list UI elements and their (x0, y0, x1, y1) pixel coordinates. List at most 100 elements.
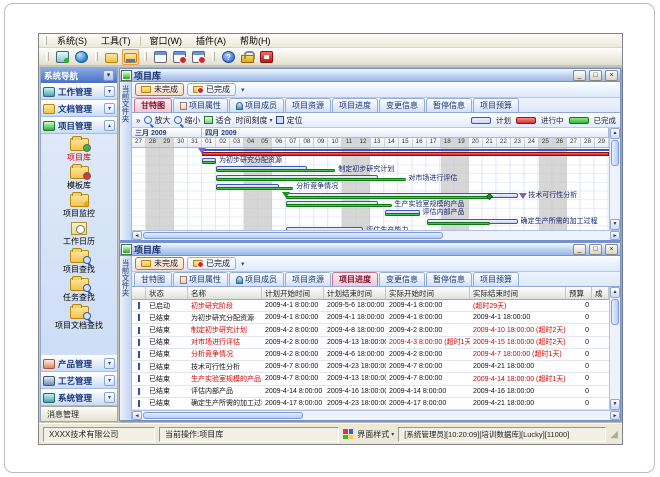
scroll-right-icon[interactable]: ► (610, 231, 620, 240)
scroll-up-icon[interactable]: ▲ (610, 128, 620, 139)
table-row[interactable]: 已结束评估内部产品2009-4-14 8:00:002009-4-16 18:0… (132, 386, 609, 398)
table-row[interactable]: 已结束分析竞争情况2009-4-2 8:00:002009-4-6 18:00:… (132, 349, 609, 361)
sidebar-group-工作管理[interactable]: 工作管理▾ (41, 83, 117, 100)
table-row[interactable]: 已结束确定生产所需的加工过程2009-4-17 8:00:002009-4-23… (132, 398, 609, 410)
close-button[interactable]: × (605, 70, 618, 81)
scroll-right-icon[interactable]: ► (610, 411, 620, 420)
form-close-button[interactable] (190, 49, 207, 65)
menu-item-1[interactable]: 工具(T) (94, 33, 138, 48)
gantt-horizontal-scrollbar[interactable]: ◄ ► (132, 230, 620, 240)
sidebar-group-文档管理[interactable]: 文档管理▾ (41, 100, 117, 117)
column-header-计划结束时间[interactable]: 计划结束时间 (324, 287, 386, 299)
task-completed-bar[interactable] (385, 213, 420, 216)
form-badge-button[interactable] (171, 49, 188, 65)
timescale-button[interactable]: 时间刻度▾ (235, 115, 272, 126)
scroll-left-icon[interactable]: ◄ (132, 411, 142, 420)
sidebar-item-任务查找[interactable]: 任务查找 (41, 277, 117, 304)
table-vertical-scrollbar[interactable]: ▲ ▼ (609, 287, 620, 410)
tab-项目属性[interactable]: 项目属性 (173, 98, 228, 112)
interface-style-button[interactable]: 界面样式 ▾ (357, 429, 394, 440)
more-options-icon[interactable]: ▾ (239, 86, 247, 94)
column-header-实际结束时间[interactable]: 实际结束时间 (470, 287, 566, 299)
task-completed-bar[interactable] (216, 178, 405, 181)
table-row[interactable]: 已结束对市场进行评估2009-4-2 8:00:002009-4-13 18:0… (132, 337, 609, 349)
tab-暂停信息[interactable]: 暂停信息 (426, 272, 472, 286)
expand-icon[interactable]: ▾ (104, 103, 115, 114)
sidebar-item-模板库[interactable]: 模板库 (41, 165, 117, 192)
scroll-down-icon[interactable]: ▼ (610, 399, 620, 410)
summary-progress-bar[interactable] (202, 152, 609, 156)
task-completed-bar[interactable] (286, 204, 391, 207)
more-options-icon[interactable]: ▾ (239, 260, 247, 268)
column-header-icon[interactable] (132, 287, 146, 299)
scroll-left-icon[interactable]: ◄ (132, 231, 142, 240)
table-row[interactable]: 已启动初步研究阶段2009-4-1 8:00:002009-5-6 18:00:… (132, 300, 609, 312)
task-completed-bar[interactable] (216, 187, 293, 190)
sidebar-group-产品管理[interactable]: 产品管理▾ (41, 355, 117, 372)
tab-甘特图[interactable]: 甘特图 (134, 98, 172, 112)
expand-icon[interactable]: ▾ (104, 358, 115, 369)
scroll-thumb[interactable] (143, 412, 303, 419)
tab-项目预算[interactable]: 项目预算 (473, 272, 519, 286)
tab-暂停信息[interactable]: 暂停信息 (426, 98, 472, 112)
menu-item-3[interactable]: 插件(A) (189, 33, 233, 48)
open-folder-button[interactable] (103, 49, 120, 65)
table-row[interactable]: 已结束为初步研究分配资源2009-4-1 8:00:002009-4-1 18:… (132, 312, 609, 324)
menubar-grip[interactable] (44, 36, 47, 45)
quick-tab-未完成[interactable]: 未完成 (135, 257, 184, 270)
expand-icon[interactable]: ▾ (104, 375, 115, 386)
sidebar-item-工作日历[interactable]: 工作日历 (41, 221, 117, 248)
save-project-button[interactable] (122, 49, 139, 65)
quick-tab-已完成[interactable]: 已完成 (187, 83, 236, 96)
tab-项目预算[interactable]: 项目预算 (473, 98, 519, 112)
toolbar-overflow-icon[interactable]: » (136, 116, 140, 125)
form-button[interactable] (152, 49, 169, 65)
minimize-button[interactable]: _ (573, 70, 586, 81)
system-button[interactable] (54, 49, 71, 65)
sidebar-options-button[interactable]: ▾ (103, 70, 114, 81)
column-header-计划开始时间[interactable]: 计划开始时间 (262, 287, 324, 299)
gantt-canvas[interactable]: 为初步研究分配资源制定初步研究计划对市场进行评估分析竞争情况技术可行性分析生产实… (132, 148, 609, 230)
quick-tab-已完成[interactable]: 已完成 (187, 257, 236, 270)
lock-button[interactable] (239, 49, 256, 65)
exit-button[interactable] (258, 49, 275, 65)
sidebar-item-项目文档查找[interactable]: 项目文档查找 (41, 305, 117, 332)
current-folder-strip[interactable]: 当前文件夹 (120, 256, 132, 420)
quick-tab-未完成[interactable]: 未完成 (135, 83, 184, 96)
column-header-预算[interactable]: 预算 (566, 287, 592, 299)
tab-项目进度[interactable]: 项目进度 (332, 272, 378, 286)
tab-项目资源[interactable]: 项目资源 (285, 98, 331, 112)
expand-icon[interactable]: ▾ (104, 392, 115, 403)
sidebar-group-工艺管理[interactable]: 工艺管理▾ (41, 372, 117, 389)
scroll-down-icon[interactable]: ▼ (610, 219, 620, 230)
scroll-thumb[interactable] (143, 232, 443, 239)
table-row[interactable]: 已结束生产实验室规模的产品2009-4-7 8:00:002009-4-13 1… (132, 373, 609, 385)
task-completed-bar[interactable] (216, 169, 335, 172)
task-completed-bar[interactable] (427, 222, 490, 225)
menu-item-4[interactable]: 帮助(H) (233, 33, 278, 48)
column-header-名称[interactable]: 名称 (188, 287, 262, 299)
toolbar-grip[interactable] (46, 52, 49, 61)
table-horizontal-scrollbar[interactable]: ◄ ► (132, 410, 620, 420)
zoom-in-button[interactable]: 放大 (144, 115, 170, 126)
column-header-状态[interactable]: 状态 (146, 287, 188, 299)
table-row[interactable]: 已结束制定初步研究计划2009-4-2 8:00:002009-4-8 18:0… (132, 324, 609, 336)
tab-项目资源[interactable]: 项目资源 (285, 272, 331, 286)
maximize-button[interactable]: □ (589, 70, 602, 81)
sidebar-group-项目管理[interactable]: 项目管理▴ (41, 117, 117, 134)
sidebar-item-项目查找[interactable]: 项目查找 (41, 249, 117, 276)
fit-button[interactable]: 适合 (204, 115, 231, 126)
maximize-button[interactable]: □ (589, 244, 602, 255)
gantt-vertical-scrollbar[interactable]: ▲ ▼ (609, 128, 620, 230)
scroll-thumb[interactable] (611, 299, 619, 325)
close-button[interactable]: × (605, 244, 618, 255)
table-row[interactable]: 已结束技术可行性分析2009-4-7 8:00:002009-4-23 18:0… (132, 361, 609, 373)
window1-titlebar[interactable]: 项目库 _ □ × (120, 69, 620, 82)
sidebar-item-项目监控[interactable]: ★项目监控 (41, 193, 117, 220)
task-completed-bar[interactable] (286, 196, 489, 199)
column-header-实际开始时间[interactable]: 实际开始时间 (386, 287, 470, 299)
tab-项目属性[interactable]: 项目属性 (173, 272, 228, 286)
message-management-tab[interactable]: 消息管理 (41, 406, 117, 421)
sidebar-item-项目库[interactable]: 项目库 (41, 137, 117, 164)
collapse-icon[interactable]: ▴ (104, 120, 115, 131)
